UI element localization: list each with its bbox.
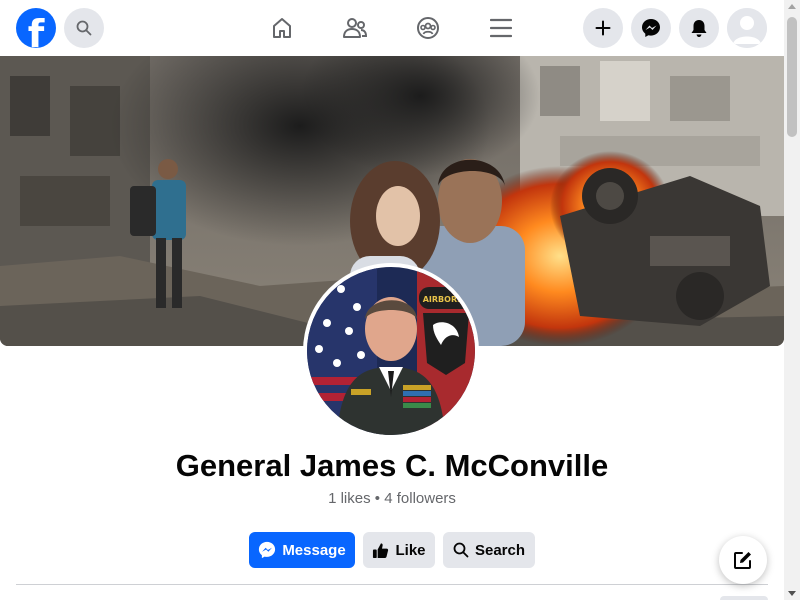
likes-count[interactable]: 1 likes [328, 490, 371, 507]
profile-name: General James C. McConville [175, 448, 609, 483]
section-divider [16, 584, 768, 585]
compose-icon [734, 552, 751, 569]
avatar-icon [727, 8, 767, 48]
profile-stats: 1 likes • 4 followers [0, 490, 784, 507]
facebook-logo-letter: f [27, 12, 45, 48]
nav-menu-button[interactable] [485, 12, 517, 44]
search-icon [76, 20, 92, 36]
profile-picture[interactable]: AIRBORNE [303, 263, 479, 439]
like-button-label: Like [395, 541, 426, 559]
search-button-label: Search [474, 541, 526, 559]
plus-icon [595, 20, 611, 36]
message-button-label: Message [282, 541, 346, 559]
profile-search-button[interactable]: Search [443, 532, 535, 568]
scroll-up-arrow-icon[interactable] [788, 4, 796, 9]
nav-groups-button[interactable] [412, 12, 444, 44]
notifications-button[interactable] [679, 8, 719, 48]
menu-icon [490, 18, 512, 38]
groups-icon [417, 17, 439, 39]
messenger-button[interactable] [631, 8, 671, 48]
create-button[interactable] [583, 8, 623, 48]
stats-separator: • [374, 490, 381, 507]
top-navigation-bar: f [0, 0, 784, 56]
like-button[interactable]: Like [363, 532, 435, 568]
nav-home-button[interactable] [266, 12, 298, 44]
friends-icon [343, 18, 368, 38]
message-button[interactable]: Message [249, 532, 355, 568]
messenger-icon [642, 19, 660, 37]
page-scrollbar[interactable] [784, 0, 800, 600]
account-avatar-button[interactable] [727, 8, 767, 48]
profile-picture-image: AIRBORNE [307, 267, 475, 435]
home-icon [273, 18, 291, 38]
bottom-tab-edge [720, 596, 768, 600]
nav-friends-button[interactable] [339, 12, 371, 44]
followers-count[interactable]: 4 followers [384, 490, 456, 507]
messenger-icon [259, 541, 276, 559]
bell-icon [691, 20, 707, 37]
facebook-logo[interactable]: f [16, 8, 56, 48]
search-icon [453, 542, 469, 558]
search-button[interactable] [64, 8, 104, 48]
new-message-button[interactable] [719, 536, 767, 584]
scroll-down-arrow-icon[interactable] [788, 591, 796, 596]
scroll-thumb[interactable] [787, 17, 797, 137]
thumbs-up-icon [373, 542, 389, 558]
